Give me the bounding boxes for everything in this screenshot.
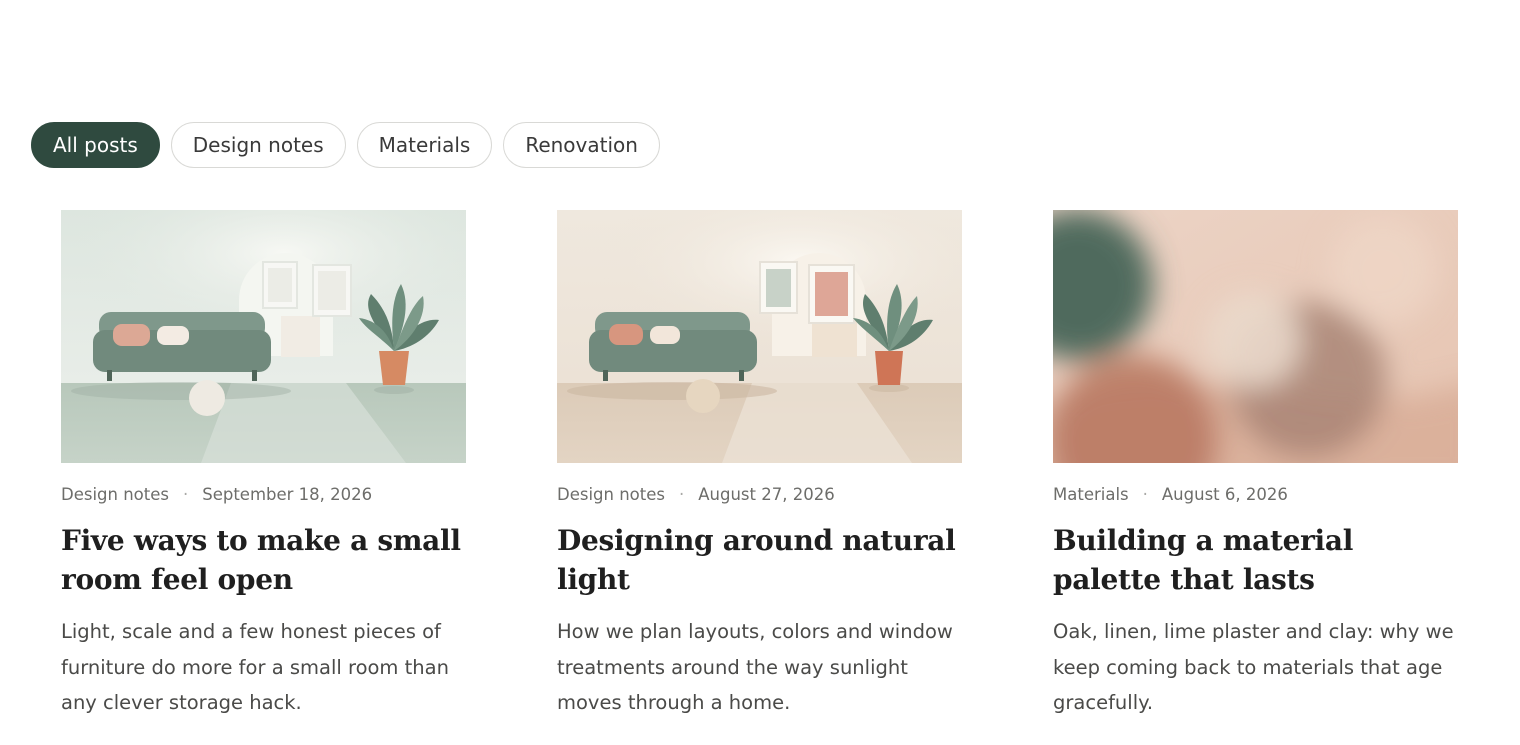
post-grid: Design notes · September 18, 2026 Five w…: [61, 210, 1458, 721]
post-thumbnail-image[interactable]: [557, 210, 962, 463]
post-meta: Design notes · September 18, 2026: [61, 482, 466, 506]
post-category: Materials: [1053, 484, 1129, 504]
post-meta: Materials · August 6, 2026: [1053, 482, 1458, 506]
post-card[interactable]: Materials · August 6, 2026 Building a ma…: [1053, 210, 1458, 721]
post-title[interactable]: Five ways to make a small room feel open: [61, 521, 466, 599]
post-category: Design notes: [557, 484, 665, 504]
post-card[interactable]: Design notes · August 27, 2026 Designing…: [557, 210, 962, 721]
filter-all-posts[interactable]: All posts: [31, 122, 160, 168]
post-meta: Design notes · August 27, 2026: [557, 482, 962, 506]
post-category: Design notes: [61, 484, 169, 504]
post-date: August 6, 2026: [1161, 484, 1288, 504]
category-filter-bar: All posts Design notes Materials Renovat…: [31, 122, 660, 168]
meta-separator-dot: ·: [182, 484, 189, 504]
post-thumbnail-image[interactable]: [1053, 210, 1458, 463]
post-excerpt: Oak, linen, lime plaster and clay: why w…: [1053, 620, 1454, 714]
post-title[interactable]: Building a material palette that lasts: [1053, 521, 1458, 599]
filter-renovation[interactable]: Renovation: [503, 122, 660, 168]
post-excerpt: How we plan layouts, colors and window t…: [557, 620, 953, 714]
filter-materials[interactable]: Materials: [356, 122, 493, 168]
filter-design-notes[interactable]: Design notes: [170, 122, 346, 168]
meta-separator-dot: ·: [678, 484, 685, 504]
post-thumbnail-image[interactable]: [61, 210, 466, 463]
post-title[interactable]: Designing around natural light: [557, 521, 962, 599]
meta-separator-dot: ·: [1142, 484, 1148, 504]
post-date: September 18, 2026: [202, 484, 373, 504]
post-date: August 27, 2026: [698, 484, 835, 504]
post-card[interactable]: Design notes · September 18, 2026 Five w…: [61, 210, 466, 721]
post-excerpt: Light, scale and a few honest pieces of …: [61, 620, 449, 714]
